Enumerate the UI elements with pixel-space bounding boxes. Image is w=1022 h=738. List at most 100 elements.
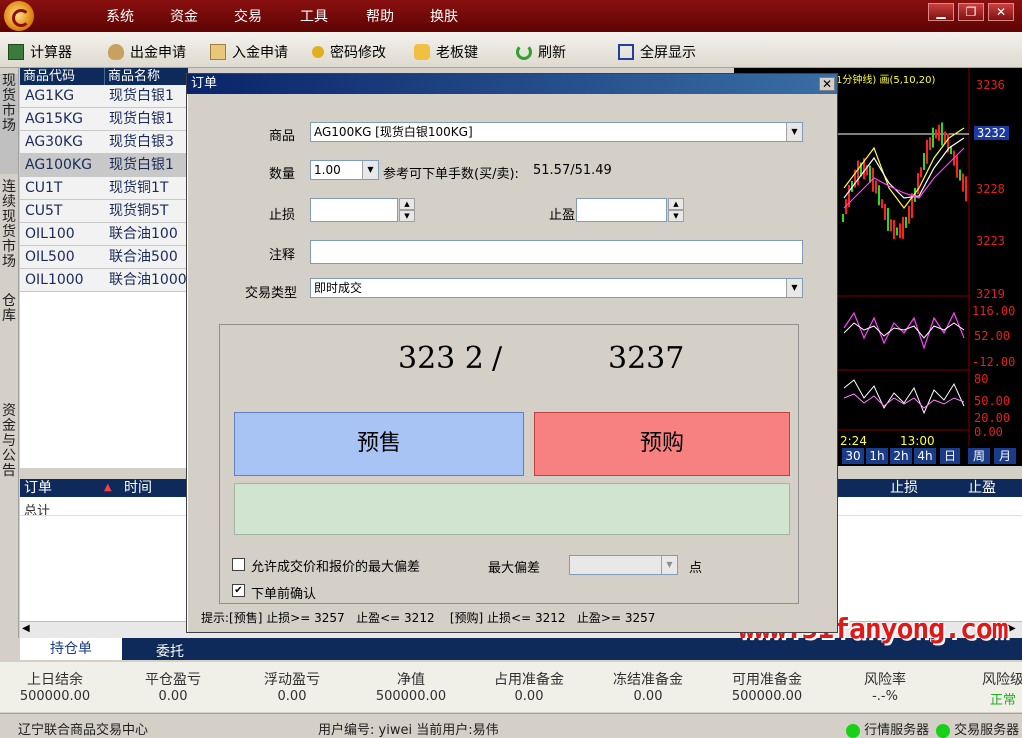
stoploss-input[interactable] [310, 198, 398, 222]
candle [926, 139, 928, 164]
withdraw-label: 出金申请 [130, 45, 186, 61]
menu-skin[interactable]: 换肤 [430, 6, 458, 26]
tab-funds-announcements-label: 资金与公告 [2, 403, 16, 479]
menu-funds[interactable]: 资金 [170, 6, 198, 26]
takeprofit-stepper[interactable]: ▲ ▼ [668, 198, 684, 222]
menu-help[interactable]: 帮助 [366, 6, 394, 26]
stepper-down-icon[interactable]: ▼ [668, 210, 684, 222]
tab-continuous-spot-market[interactable]: 连续现货市场 [0, 180, 18, 280]
table-row[interactable]: OIL500 联合油500 [20, 246, 188, 269]
deposit-icon [210, 44, 226, 60]
stat-label: 风险级 [982, 672, 1022, 688]
close-app-button[interactable]: ✕ [988, 3, 1014, 21]
tab-spot-market[interactable]: 现货市场 [0, 74, 18, 174]
indicator-label: 52.00 [974, 329, 1011, 343]
table-row[interactable]: OIL100 联合油100 [20, 223, 188, 246]
timeframe-30[interactable]: 30 [842, 448, 864, 464]
refresh-label: 刷新 [538, 45, 566, 61]
stat-label: 风险率 [864, 672, 906, 688]
chevron-down-icon[interactable]: ▼ [362, 161, 378, 179]
tab-positions[interactable]: 持仓单 [20, 638, 122, 660]
note-input[interactable] [310, 240, 803, 264]
takeprofit-label: 止盈 [549, 208, 576, 223]
column-header-takeprofit[interactable]: 止盈 [968, 479, 996, 497]
fullscreen-button[interactable]: 全屏显示 [618, 42, 696, 62]
stepper-up-icon[interactable]: ▲ [399, 198, 415, 210]
quantity-select[interactable]: 1.00 ▼ [310, 160, 379, 180]
timeframe-month[interactable]: 月 [994, 448, 1016, 464]
product-name: 现货铜5T [109, 203, 169, 219]
timeframe-4h[interactable]: 4h [914, 448, 936, 464]
change-password-button[interactable]: 密码修改 [312, 42, 386, 62]
table-row[interactable]: AG1KG 现货白银1 [20, 85, 188, 108]
timeframe-1h[interactable]: 1h [866, 448, 888, 464]
confirm-checkbox[interactable]: ✔ [232, 584, 245, 597]
menu-trade[interactable]: 交易 [234, 6, 262, 26]
candle [962, 173, 964, 192]
table-row[interactable]: OIL1000 联合油1000 [20, 269, 188, 292]
note-label: 注释 [269, 248, 296, 263]
stat-label: 上日结余 [27, 672, 83, 688]
timeframe-day[interactable]: 日 [940, 448, 960, 464]
candle [941, 122, 943, 146]
table-row[interactable]: AG100KG 现货白银1 [20, 154, 188, 177]
indicator-label: 20.00 [974, 411, 1011, 425]
takeprofit-input[interactable] [576, 198, 667, 222]
boss-key-label: 老板键 [436, 45, 478, 61]
tab-warehouse[interactable]: 仓库 [0, 294, 18, 334]
max-deviation-select[interactable]: ▼ [569, 555, 678, 575]
table-row[interactable]: CU5T 现货铜5T [20, 200, 188, 223]
product-select[interactable]: AG100KG [现货白银100KG] ▼ [310, 122, 803, 142]
chevron-down-icon[interactable]: ▼ [786, 279, 802, 297]
product-name: 现货白银3 [109, 134, 174, 150]
product-code: AG30KG [25, 134, 84, 150]
column-header-order[interactable]: 订单 [24, 479, 52, 497]
time-label: 2:24 [840, 434, 867, 448]
buy-button[interactable]: 预购 [534, 412, 790, 476]
column-header-stoploss[interactable]: 止损 [890, 479, 918, 497]
table-row[interactable]: AG30KG 现货白银3 [20, 131, 188, 154]
tab-funds-announcements[interactable]: 资金与公告 [0, 404, 18, 484]
stoploss-label: 止损 [269, 208, 296, 223]
timeframe-2h[interactable]: 2h [890, 448, 912, 464]
withdraw-button[interactable]: 出金申请 [108, 42, 186, 62]
stoploss-stepper[interactable]: ▲ ▼ [399, 198, 415, 222]
menu-tools[interactable]: 工具 [300, 6, 328, 26]
trade-type-value: 即时成交 [314, 281, 363, 295]
stepper-down-icon[interactable]: ▼ [399, 210, 415, 222]
exchange-name: 辽宁联合商品交易中心 [18, 723, 149, 738]
chevron-down-icon[interactable]: ▼ [786, 123, 802, 141]
scroll-left-icon[interactable]: ◀ [22, 623, 30, 634]
sell-button[interactable]: 预售 [234, 412, 524, 476]
calculator-button[interactable]: 计算器 [8, 42, 72, 62]
trade-type-select[interactable]: 即时成交 ▼ [310, 278, 803, 298]
table-row[interactable]: CU1T 现货铜1T [20, 177, 188, 200]
chevron-down-icon[interactable]: ▼ [661, 556, 677, 574]
dialog-close-button[interactable]: ✕ [819, 77, 835, 91]
column-header-time[interactable]: 时间 [124, 479, 152, 497]
menubar: 系统 资金 交易 工具 帮助 换肤 ▁ ❐ ✕ [0, 0, 1022, 32]
stepper-up-icon[interactable]: ▲ [668, 198, 684, 210]
minimize-button[interactable]: ▁ [928, 3, 954, 21]
money-bag-icon [108, 44, 124, 60]
quote-server-led-icon [846, 723, 860, 738]
column-header-code[interactable]: 商品代码 [20, 68, 104, 85]
allow-deviation-checkbox[interactable] [232, 558, 245, 571]
refresh-button[interactable]: 刷新 [516, 42, 566, 62]
menu-system[interactable]: 系统 [106, 6, 134, 26]
stat-value: 0.00 [633, 689, 663, 704]
scroll-right-icon[interactable]: ▶ [1008, 623, 1016, 634]
boss-key-button[interactable]: 老板键 [414, 42, 478, 62]
table-row[interactable]: AG15KG 现货白银1 [20, 108, 188, 131]
stat-label: 净值 [397, 672, 425, 688]
stat-label: 冻结准备金 [613, 672, 683, 688]
column-header-name[interactable]: 商品名称 [104, 68, 188, 85]
candle [956, 155, 958, 178]
timeframe-week[interactable]: 周 [968, 448, 990, 464]
candle [842, 214, 844, 222]
confirm-label: 下单前确认 [251, 587, 317, 602]
deposit-button[interactable]: 入金申请 [210, 42, 288, 62]
maximize-button[interactable]: ❐ [958, 3, 984, 21]
product-name: 现货铜1T [109, 180, 169, 196]
tab-entrusted[interactable]: 委托 [156, 641, 184, 661]
